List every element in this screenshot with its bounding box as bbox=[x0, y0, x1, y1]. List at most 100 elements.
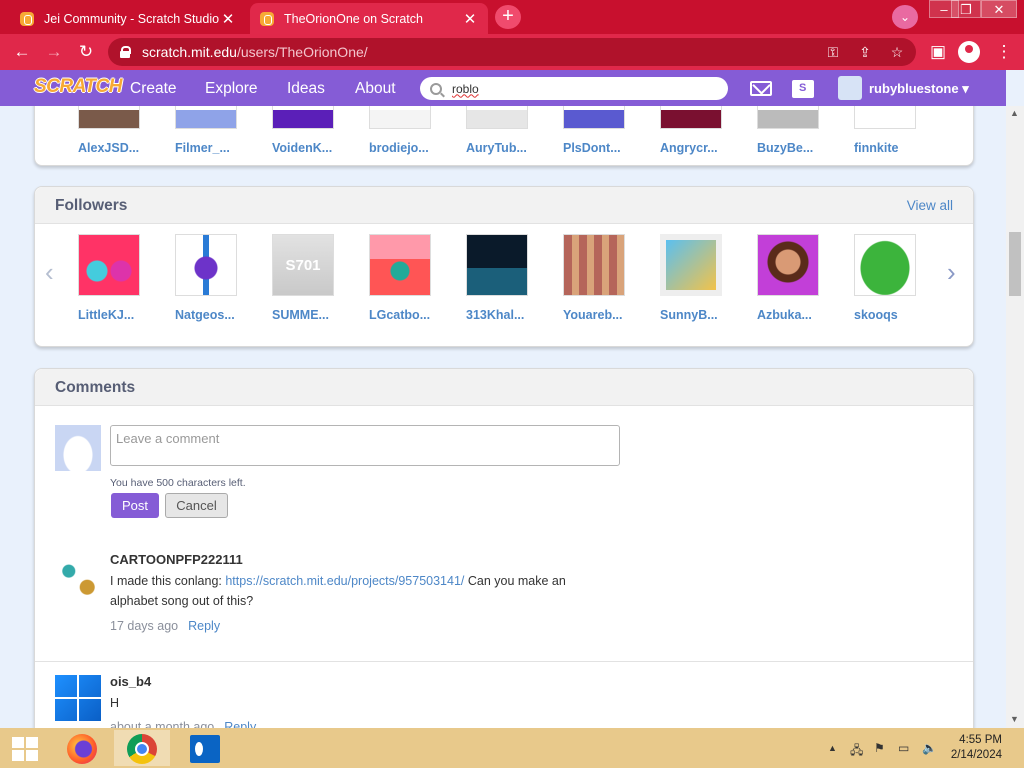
following-user-cell[interactable]: brodiejo... bbox=[369, 106, 433, 155]
user-thumbnail[interactable] bbox=[369, 234, 431, 296]
user-thumbnail[interactable]: S701 bbox=[272, 234, 334, 296]
bookmark-star-icon[interactable]: ☆ bbox=[887, 42, 907, 62]
messages-envelope-icon[interactable] bbox=[750, 81, 772, 96]
comment-user-avatar[interactable] bbox=[55, 675, 101, 721]
tab-jei-community[interactable]: Jei Community - Scratch Studio ✕ bbox=[10, 3, 246, 34]
follower-user-cell[interactable]: 313Khal... bbox=[466, 234, 530, 322]
restore-window-button[interactable]: ❐ bbox=[951, 0, 981, 18]
user-name-link[interactable]: VoidenK... bbox=[272, 141, 336, 155]
firefox-taskbar-icon[interactable] bbox=[54, 730, 110, 766]
user-name-link[interactable]: LittleKJ... bbox=[78, 308, 142, 322]
scroll-down-arrow-icon[interactable]: ▼ bbox=[1010, 714, 1019, 724]
user-thumbnail[interactable] bbox=[854, 234, 916, 296]
follower-user-cell[interactable]: SunnyB... bbox=[660, 234, 724, 322]
user-avatar[interactable] bbox=[838, 76, 862, 100]
profile-avatar-icon[interactable] bbox=[958, 41, 980, 63]
volume-icon[interactable]: 🔈 bbox=[922, 741, 937, 755]
comment-username[interactable]: CARTOONPFP222111 bbox=[110, 552, 243, 567]
scratch-logo[interactable]: SCRATCH bbox=[34, 76, 122, 98]
post-comment-button[interactable]: Post bbox=[111, 493, 159, 518]
close-tab-icon[interactable]: ✕ bbox=[462, 10, 478, 28]
follower-user-cell[interactable]: Azbuka... bbox=[757, 234, 821, 322]
user-name-link[interactable]: finnkite bbox=[854, 141, 918, 155]
taskbar-clock[interactable]: 4:55 PM 2/14/2024 bbox=[951, 733, 1002, 763]
comment-project-link[interactable]: https://scratch.mit.edu/projects/9575031… bbox=[225, 574, 464, 588]
scroll-up-arrow-icon[interactable]: ▲ bbox=[1010, 108, 1019, 118]
chrome-taskbar-icon[interactable] bbox=[114, 730, 170, 766]
comment-username[interactable]: ois_b4 bbox=[110, 674, 151, 689]
user-thumbnail[interactable] bbox=[369, 106, 431, 129]
view-all-followers-link[interactable]: View all bbox=[907, 198, 953, 213]
side-panel-icon[interactable]: ▣ bbox=[926, 40, 950, 64]
user-name-link[interactable]: Angrycr... bbox=[660, 141, 724, 155]
nav-create[interactable]: Create bbox=[130, 80, 177, 98]
share-icon[interactable]: ⇪ bbox=[855, 42, 875, 62]
cancel-comment-button[interactable]: Cancel bbox=[165, 493, 228, 518]
user-name-link[interactable]: BuzyBe... bbox=[757, 141, 821, 155]
following-user-cell[interactable]: Filmer_... bbox=[175, 106, 239, 155]
follower-user-cell[interactable]: LGcatbo... bbox=[369, 234, 433, 322]
new-tab-button[interactable]: + bbox=[495, 5, 521, 29]
follower-user-cell[interactable]: skooqs bbox=[854, 234, 918, 322]
comment-user-avatar[interactable] bbox=[55, 555, 101, 601]
scratch-search-input[interactable]: roblo bbox=[420, 77, 728, 100]
user-thumbnail[interactable] bbox=[563, 106, 625, 129]
reload-icon[interactable]: ↻ bbox=[74, 40, 98, 64]
tray-expand-icon[interactable]: ▲ bbox=[828, 743, 837, 753]
user-name-link[interactable]: 313Khal... bbox=[466, 308, 530, 322]
following-user-cell[interactable]: finnkite bbox=[854, 106, 918, 155]
reply-link[interactable]: Reply bbox=[224, 720, 256, 728]
following-user-cell[interactable]: AlexJSD... bbox=[78, 106, 142, 155]
key-icon[interactable]: ⚿ bbox=[823, 42, 843, 62]
user-name-link[interactable]: SunnyB... bbox=[660, 308, 724, 322]
my-stuff-folder-icon[interactable] bbox=[792, 80, 814, 98]
user-thumbnail[interactable] bbox=[78, 106, 140, 129]
user-thumbnail[interactable] bbox=[175, 234, 237, 296]
user-thumbnail[interactable] bbox=[660, 234, 722, 296]
user-name-link[interactable]: AuryTub... bbox=[466, 141, 530, 155]
carousel-prev-arrow-icon[interactable]: ‹ bbox=[45, 257, 54, 288]
follower-user-cell[interactable]: Natgeos... bbox=[175, 234, 239, 322]
network-icon[interactable]: 🖧 bbox=[850, 741, 863, 762]
user-thumbnail[interactable] bbox=[466, 234, 528, 296]
tab-theorionone[interactable]: TheOrionOne on Scratch ✕ bbox=[250, 3, 488, 34]
follower-user-cell[interactable]: S701 SUMME... bbox=[272, 234, 336, 322]
action-center-flag-icon[interactable]: ⚑ bbox=[874, 741, 885, 755]
user-thumbnail[interactable] bbox=[854, 106, 916, 129]
menu-kebab-icon[interactable]: ⋮ bbox=[992, 40, 1016, 64]
user-name-link[interactable]: PlsDont... bbox=[563, 141, 627, 155]
user-thumbnail[interactable] bbox=[78, 234, 140, 296]
forward-arrow-icon[interactable]: → bbox=[42, 40, 66, 64]
user-name-link[interactable]: skooqs bbox=[854, 308, 918, 322]
following-user-cell[interactable]: AuryTub... bbox=[466, 106, 530, 155]
user-thumbnail[interactable] bbox=[466, 106, 528, 129]
lock-icon[interactable] bbox=[120, 46, 131, 58]
nav-explore[interactable]: Explore bbox=[205, 80, 258, 98]
following-user-cell[interactable]: PlsDont... bbox=[563, 106, 627, 155]
nav-about[interactable]: About bbox=[355, 80, 396, 98]
user-thumbnail[interactable] bbox=[660, 106, 722, 129]
user-thumbnail[interactable] bbox=[757, 234, 819, 296]
power-icon[interactable]: ▭ bbox=[898, 741, 909, 755]
user-thumbnail[interactable] bbox=[272, 106, 334, 129]
following-user-cell[interactable]: Angrycr... bbox=[660, 106, 724, 155]
user-name-link[interactable]: Youareb... bbox=[563, 308, 627, 322]
page-scrollbar[interactable]: ▲ ▼ bbox=[1006, 106, 1024, 728]
follower-user-cell[interactable]: LittleKJ... bbox=[78, 234, 142, 322]
following-user-cell[interactable]: BuzyBe... bbox=[757, 106, 821, 155]
nav-ideas[interactable]: Ideas bbox=[287, 80, 325, 98]
tab-search-chevron-icon[interactable]: ⌄ bbox=[892, 5, 918, 29]
user-name-link[interactable]: brodiejo... bbox=[369, 141, 433, 155]
leave-comment-textarea[interactable]: Leave a comment bbox=[110, 425, 620, 466]
close-tab-icon[interactable]: ✕ bbox=[220, 10, 236, 28]
user-name-link[interactable]: LGcatbo... bbox=[369, 308, 433, 322]
following-user-cell[interactable]: VoidenK... bbox=[272, 106, 336, 155]
user-name-link[interactable]: SUMME... bbox=[272, 308, 336, 322]
back-arrow-icon[interactable]: ← bbox=[10, 40, 34, 64]
reply-link[interactable]: Reply bbox=[188, 619, 220, 633]
scrollbar-thumb[interactable] bbox=[1009, 232, 1021, 296]
carousel-next-arrow-icon[interactable]: › bbox=[947, 257, 956, 288]
user-name-link[interactable]: Natgeos... bbox=[175, 308, 239, 322]
windows-start-icon[interactable] bbox=[12, 737, 38, 761]
outlook-taskbar-icon[interactable] bbox=[178, 730, 234, 766]
